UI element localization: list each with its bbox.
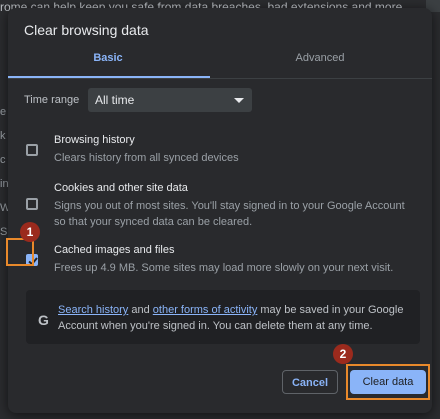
cookies-description: Signs you out of most sites. You'll stay… [54, 200, 405, 228]
google-account-info-box: G Search history and other forms of acti… [26, 290, 420, 344]
time-range-value: All time [95, 93, 135, 107]
tab-bar: Basic Advanced [8, 48, 432, 79]
clear-data-button[interactable]: Clear data [350, 370, 426, 394]
cookies-title: Cookies and other site data [54, 182, 188, 194]
chevron-down-icon [234, 98, 244, 103]
browsing-history-title: Browsing history [54, 134, 135, 146]
step-badge-1: 1 [20, 222, 40, 242]
browsing-history-description: Clears history from all synced devices [54, 152, 239, 164]
tab-advanced[interactable]: Advanced [220, 52, 420, 64]
step-badge-2: 2 [333, 344, 353, 364]
time-range-label: Time range [24, 94, 80, 106]
active-tab-indicator [8, 76, 210, 78]
google-icon: G [38, 312, 49, 328]
dialog-title: Clear browsing data [24, 22, 149, 38]
cookies-option: Cookies and other site data Signs you ou… [22, 182, 416, 232]
cached-checkbox-highlight [6, 238, 34, 266]
tab-basic[interactable]: Basic [8, 52, 208, 64]
browsing-history-option: Browsing history Clears history from all… [22, 134, 416, 168]
time-range-select[interactable]: All time [88, 88, 252, 112]
cached-images-option: Cached images and files Frees up 4.9 MB.… [22, 244, 416, 278]
cookies-checkbox[interactable] [26, 198, 38, 210]
cached-images-title: Cached images and files [54, 244, 175, 256]
clear-browsing-data-dialog: Clear browsing data Basic Advanced Time … [8, 8, 432, 413]
search-history-link[interactable]: Search history [58, 304, 128, 316]
browsing-history-checkbox[interactable] [26, 144, 38, 156]
cancel-button[interactable]: Cancel [282, 370, 338, 394]
cached-images-description: Frees up 4.9 MB. Some sites may load mor… [54, 262, 394, 274]
other-activity-link[interactable]: other forms of activity [153, 304, 258, 316]
info-text: Search history and other forms of activi… [58, 304, 404, 332]
